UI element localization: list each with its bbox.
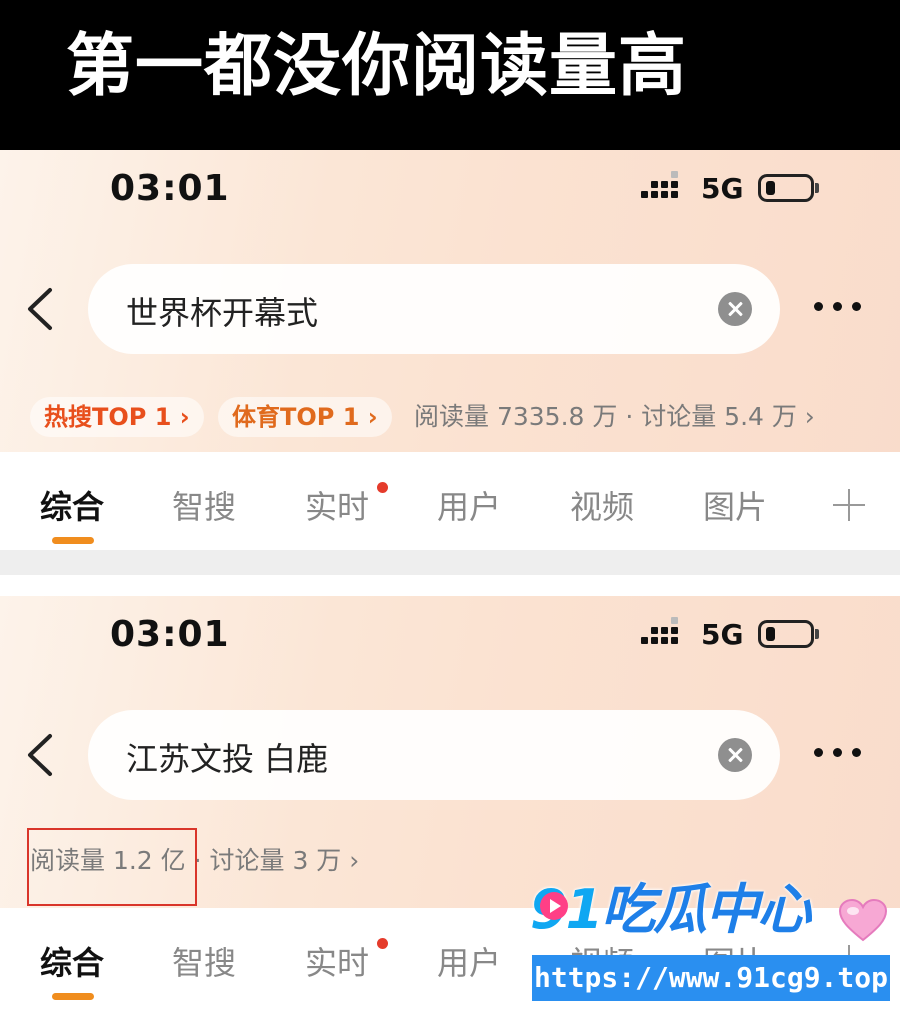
watermark-url: https://www.91cg9.top bbox=[532, 955, 890, 1001]
back-arrow-icon[interactable] bbox=[24, 732, 58, 778]
read-stats[interactable]: 阅读量 7335.8 万 · 讨论量 5.4 万 › bbox=[414, 399, 815, 435]
play-icon bbox=[540, 892, 568, 920]
clear-icon[interactable] bbox=[718, 738, 752, 772]
search-input[interactable]: 世界杯开幕式 bbox=[88, 264, 780, 354]
tab-bar: 综合 智搜 实时 用户 视频 图片 bbox=[0, 452, 900, 550]
hot-search-chip[interactable]: 热搜TOP 1 › bbox=[30, 397, 204, 437]
realtime-badge-dot bbox=[377, 482, 388, 493]
status-time: 03:01 bbox=[110, 614, 230, 655]
heart-icon bbox=[838, 898, 888, 942]
tab-smart-search[interactable]: 智搜 bbox=[172, 482, 236, 528]
watermark-logo-text: 吃瓜中心 bbox=[601, 878, 811, 941]
tab-realtime[interactable]: 实时 bbox=[305, 482, 369, 528]
signal-icon bbox=[641, 617, 687, 651]
watermark-logo: 91吃瓜中心 bbox=[530, 868, 811, 952]
battery-icon bbox=[758, 174, 819, 202]
status-time: 03:01 bbox=[110, 168, 230, 209]
highlight-box bbox=[27, 828, 197, 906]
search-query: 世界杯开幕式 bbox=[126, 294, 319, 332]
active-tab-underline bbox=[52, 993, 94, 1000]
divider-white bbox=[0, 575, 900, 598]
tab-comprehensive[interactable]: 综合 bbox=[40, 938, 104, 984]
signal-icon bbox=[641, 171, 687, 205]
tab-realtime[interactable]: 实时 bbox=[305, 938, 369, 984]
tab-comprehensive[interactable]: 综合 bbox=[40, 482, 104, 528]
more-icon[interactable] bbox=[814, 300, 862, 314]
tab-video[interactable]: 视频 bbox=[570, 482, 634, 528]
more-icon[interactable] bbox=[814, 746, 862, 760]
banner-title: 第一都没你阅读量高 bbox=[66, 27, 688, 106]
tab-users[interactable]: 用户 bbox=[437, 938, 501, 984]
back-arrow-icon[interactable] bbox=[24, 286, 58, 332]
search-input[interactable]: 江苏文投 白鹿 bbox=[88, 710, 780, 800]
tab-smart-search[interactable]: 智搜 bbox=[172, 938, 236, 984]
battery-icon bbox=[758, 620, 819, 648]
tab-images[interactable]: 图片 bbox=[703, 482, 767, 528]
network-label: 5G bbox=[701, 618, 744, 651]
realtime-badge-dot bbox=[377, 938, 388, 949]
plus-icon[interactable] bbox=[833, 489, 865, 521]
active-tab-underline bbox=[52, 537, 94, 544]
network-label: 5G bbox=[701, 172, 744, 205]
tab-users[interactable]: 用户 bbox=[437, 482, 501, 528]
sports-chip[interactable]: 体育TOP 1 › bbox=[218, 397, 392, 437]
clear-icon[interactable] bbox=[718, 292, 752, 326]
search-query: 江苏文投 白鹿 bbox=[126, 740, 329, 778]
screenshot-top: 03:01 5G 世界杯开幕式 热搜TOP 1 › 体育TOP 1 › 阅读量 … bbox=[0, 150, 900, 550]
top-banner: 第一都没你阅读量高 bbox=[0, 0, 900, 150]
